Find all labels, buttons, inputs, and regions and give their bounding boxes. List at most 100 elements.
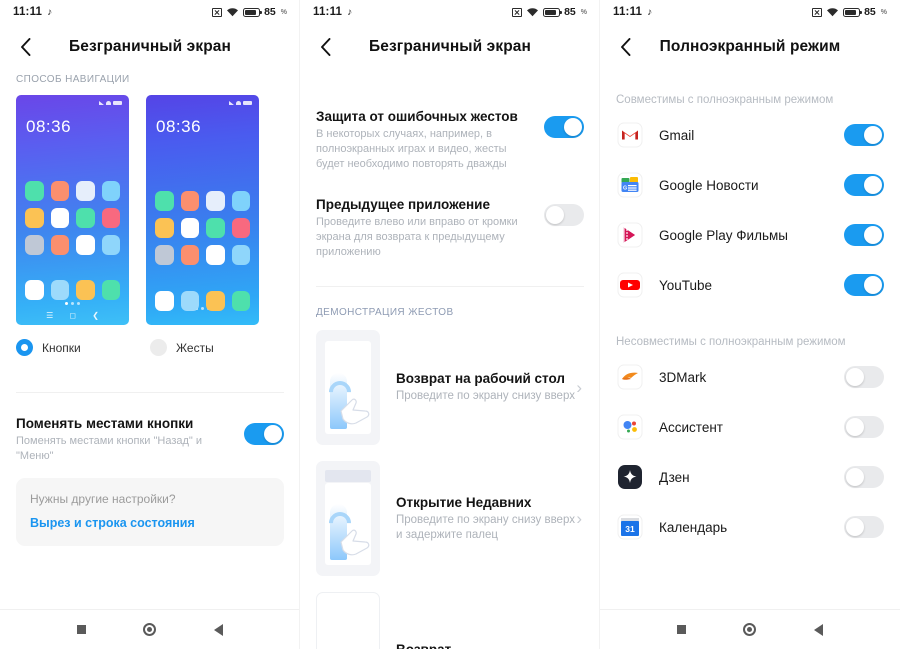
gestures-preview[interactable]: 08:36 <box>146 95 259 325</box>
status-bar-3: 11:11 ♪ 85 % <box>600 0 900 24</box>
chevron-right-icon-2: › <box>576 509 582 528</box>
recents-square-icon[interactable] <box>76 625 86 634</box>
toggle-gmail[interactable] <box>844 124 884 146</box>
app-bar: Безграничный экран <box>0 24 300 70</box>
recents-square-icon-3[interactable] <box>676 625 686 634</box>
google-play-movies-icon <box>616 221 644 249</box>
preview-wifi-icon <box>106 101 111 105</box>
app-row-assistant[interactable]: Ассистент <box>600 402 900 452</box>
battery-icon <box>243 7 263 17</box>
gesture-row-recents[interactable]: Открытие Недавних Проведите по экрану сн… <box>300 445 600 576</box>
row-mistaken-gesture-protection[interactable]: Защита от ошибочных жестов В некоторых с… <box>300 70 600 172</box>
gesture-recents-title: Открытие Недавних <box>396 494 532 510</box>
preview-dock-2 <box>155 291 250 311</box>
tip-card: Нужны другие настройки? Вырез и строка с… <box>16 478 284 546</box>
app-row-google-play-movies[interactable]: Google Play Фильмы <box>600 210 900 260</box>
app-row-google-news[interactable]: G Google Новости <box>600 160 900 210</box>
gesture-home-text: Возврат на рабочий стол Проведите по экр… <box>380 371 576 404</box>
system-navigation-bar <box>0 609 300 649</box>
3dmark-icon <box>616 363 644 391</box>
app-name-youtube: YouTube <box>659 277 713 293</box>
radio-dot-gestures <box>150 339 167 356</box>
silent-mode-icon-3 <box>812 7 823 17</box>
row-swap-buttons[interactable]: Поменять местами кнопки Поменять местами… <box>0 393 300 464</box>
back-triangle-icon-3[interactable] <box>814 623 824 636</box>
preview-app-grid-2 <box>155 191 250 265</box>
toggle-3dmark[interactable] <box>844 366 884 388</box>
zen-icon <box>616 463 644 491</box>
percent-symbol: % <box>280 8 287 16</box>
gesture-recents-subtitle: Проведите по экрану снизу вверх и задерж… <box>396 513 575 541</box>
app-name-assistant: Ассистент <box>659 419 723 435</box>
app-name-3dmark: 3DMark <box>659 369 707 385</box>
app-bar-2: Безграничный экран <box>300 24 600 70</box>
app-row-youtube[interactable]: YouTube <box>600 260 900 310</box>
battery-icon-2 <box>543 7 563 17</box>
preview-dock <box>25 280 120 300</box>
svg-text:G: G <box>623 186 627 192</box>
status-bar-right-3: 85 % <box>812 6 887 18</box>
row-protection-subtitle: В некоторых случаях, например, в полноэк… <box>316 128 507 170</box>
app-row-calendar[interactable]: 31 Календарь <box>600 502 900 552</box>
preview-wifi-icon-2 <box>236 101 241 105</box>
gesture-row-back[interactable]: Возврат <box>300 576 600 649</box>
option-buttons[interactable]: Кнопки <box>16 339 150 356</box>
toggle-google-play-movies[interactable] <box>844 224 884 246</box>
panel-gesture-settings: 11:11 ♪ 85 % Безграничный экран Защита о… <box>300 0 600 649</box>
page-title-3: Полноэкранный режим <box>659 38 841 55</box>
status-bar: 11:11 ♪ 85 % <box>0 0 300 24</box>
swipe-back-thumbnail <box>316 592 380 649</box>
toggle-previous-app[interactable] <box>544 204 584 226</box>
row-swap-text: Поменять местами кнопки Поменять местами… <box>16 415 244 464</box>
option-gestures[interactable]: Жесты <box>150 339 284 356</box>
svg-text:31: 31 <box>625 524 635 534</box>
toggle-google-news[interactable] <box>844 174 884 196</box>
back-triangle-icon[interactable] <box>214 623 224 636</box>
home-circle-icon[interactable] <box>143 623 157 636</box>
music-note-icon: ♪ <box>47 6 53 18</box>
toggle-zen[interactable] <box>844 466 884 488</box>
status-clock-3: 11:11 <box>613 6 643 18</box>
toggle-youtube[interactable] <box>844 274 884 296</box>
toggle-mistaken-gesture-protection[interactable] <box>544 116 584 138</box>
row-previous-app-subtitle: Проведите влево или вправо от кромки экр… <box>316 216 518 258</box>
preview-status-icons <box>99 101 122 105</box>
toggle-calendar[interactable] <box>844 516 884 538</box>
option-gestures-label: Жесты <box>176 340 214 355</box>
app-row-3dmark[interactable]: 3DMark <box>600 352 900 402</box>
swipe-up-hold-recents-thumbnail <box>316 461 380 576</box>
app-row-zen[interactable]: Дзен <box>600 452 900 502</box>
toggle-assistant[interactable] <box>844 416 884 438</box>
row-protection-text: Защита от ошибочных жестов В некоторых с… <box>316 108 544 172</box>
row-swap-subtitle: Поменять местами кнопки "Назад" и "Меню" <box>16 435 203 462</box>
panel-navigation-settings: 11:11 ♪ 85 % Безграничный экран СПОСОБ Н… <box>0 0 300 649</box>
tip-question: Нужны другие настройки? <box>30 492 176 506</box>
row-previous-app-title: Предыдущее приложение <box>316 197 490 212</box>
status-bar-right: 85 % <box>212 6 287 18</box>
tip-link-notch-statusbar[interactable]: Вырез и строка состояния <box>30 516 270 530</box>
divider-2 <box>316 286 584 287</box>
music-note-icon-3: ♪ <box>647 6 653 18</box>
back-button-2[interactable] <box>314 36 336 58</box>
wifi-icon-2 <box>526 7 539 17</box>
status-clock: 11:11 <box>13 6 43 18</box>
buttons-preview[interactable]: 08:36 ☰ ◻ ❮ <box>16 95 129 325</box>
section-caption-gesture-demo: ДЕМОНСТРАЦИЯ ЖЕСТОВ <box>316 307 454 318</box>
back-button-3[interactable] <box>614 36 636 58</box>
gesture-row-home[interactable]: Возврат на рабочий стол Проведите по экр… <box>300 318 600 445</box>
back-button[interactable] <box>14 36 36 58</box>
status-bar-left-3: 11:11 ♪ <box>613 6 652 18</box>
home-circle-icon-3[interactable] <box>743 623 757 636</box>
app-name-calendar: Календарь <box>659 519 728 535</box>
status-clock-2: 11:11 <box>313 6 343 18</box>
google-news-icon: G <box>616 171 644 199</box>
preview-signal-icon-2 <box>229 101 234 105</box>
app-row-gmail[interactable]: Gmail <box>600 110 900 160</box>
toggle-swap-buttons[interactable] <box>244 423 284 445</box>
battery-percent-3: 85 <box>864 6 876 18</box>
row-previous-app[interactable]: Предыдущее приложение Проведите влево ил… <box>300 172 600 260</box>
gesture-home-title: Возврат на рабочий стол <box>396 371 565 386</box>
preview-battery-icon <box>113 101 122 105</box>
row-previous-app-text: Предыдущее приложение Проведите влево ил… <box>316 196 544 260</box>
preview-clock-2: 08:36 <box>156 117 202 136</box>
